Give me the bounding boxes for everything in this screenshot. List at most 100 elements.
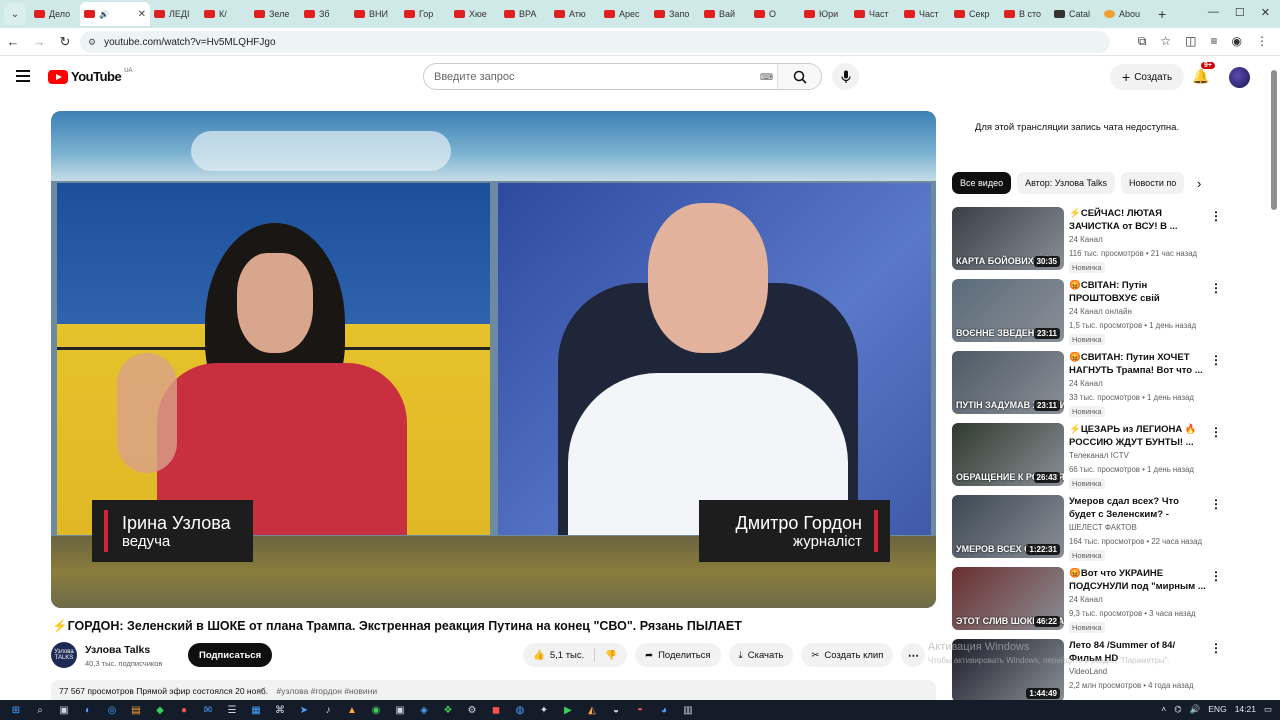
browser-tab[interactable]: 🔊 ✕ [80,2,150,26]
edge-icon[interactable]: ◐ [76,705,100,716]
recommended-video[interactable]: ЭТОТ СЛИВ ШОКИРОВАЛ ВСЕХ46:22😡Вот что УК… [952,567,1222,633]
browser-tab[interactable]: Атю [550,2,600,26]
app-icon[interactable]: ✉ [196,705,220,716]
browser-tab[interactable]: Секр [950,2,1000,26]
recommended-video[interactable]: ОБРАЩЕНИЕ К РОССИЯНАМ26:43⚡ЦЕЗАРЬ из ЛЕГ… [952,423,1222,489]
recommended-channel[interactable]: 24 Канал [1069,379,1103,388]
dislike-button[interactable]: 👎 [595,643,627,667]
app-icon[interactable]: ◍ [508,705,532,716]
recommended-title[interactable]: 😡СВИТАН: Путин ХОЧЕТ НАГНУТЬ Трампа! Вот… [1069,351,1207,377]
browser-tab[interactable]: ВНИ [350,2,400,26]
search-button[interactable] [777,64,821,89]
recommended-video[interactable]: ПУТІН ЗАДУМАВ ЖАХЛИВЕ!23:11😡СВИТАН: Пути… [952,351,1222,417]
url-text[interactable]: youtube.com/watch?v=Hv5MLQHFJgo [104,37,275,48]
close-tab-icon[interactable]: ✕ [138,9,146,20]
tray-overflow-icon[interactable]: ˄ [1161,704,1166,715]
recommended-title[interactable]: 😡СВІТАН: Путін ПРОШТОВХУЄ свій сценарій!… [1069,279,1207,305]
minimize-icon[interactable]: — [1208,6,1219,19]
reload-icon[interactable]: ↻ [52,34,78,50]
app-icon[interactable]: ◉ [364,705,388,716]
network-icon[interactable]: ⌬ [1174,704,1181,715]
bookmark-star-icon[interactable]: ☆ [1160,34,1171,49]
video-thumbnail[interactable]: ОБРАЩЕНИЕ К РОССИЯНАМ26:43 [952,423,1064,486]
recommended-channel[interactable]: VideoLand [1069,667,1107,676]
clock[interactable]: 14:21 [1235,704,1256,715]
video-player[interactable]: Ірина Узлова ведуча Дмитро Гордон журнал… [51,111,936,608]
more-options-icon[interactable]: ⋮ [1210,497,1222,511]
browser-tab[interactable]: К/ [200,2,250,26]
app-icon[interactable]: ● [172,705,196,716]
audio-playing-icon[interactable]: 🔊 [99,10,109,19]
browser-tab[interactable]: ВРА [500,2,550,26]
recommended-channel[interactable]: 24 Канал [1069,235,1103,244]
recommended-video[interactable]: ВОЄННЕ ЗВЕДЕННЯ 23:11 😡СВІТАН: Путін ПРОШТ… [952,279,1222,345]
youtube-logo[interactable]: YouTube UA [48,68,133,84]
tab-search-icon[interactable]: ⌄ [4,3,26,25]
app-icon[interactable]: ▶ [556,705,580,716]
recommended-video[interactable]: КАРТА БОЙОВИХ ДІЙ 30:35 ⚡СЕЙЧАС! ЛЮТАЯ ЗАЧ… [952,207,1222,273]
browser-tab[interactable]: Зеле [250,2,300,26]
page-scrollbar[interactable] [1271,70,1277,210]
notifications-button[interactable]: 🔔 9+ [1192,62,1215,85]
recommended-channel[interactable]: Телеканал ICTV [1069,451,1129,460]
notifications-tray-icon[interactable]: ▭ [1264,704,1272,715]
account-avatar[interactable] [1229,67,1250,88]
browser-tab[interactable]: Запо [650,2,700,26]
browser-tab[interactable]: Дело [30,2,80,26]
browser-tab[interactable]: Гор [400,2,450,26]
app-icon[interactable]: ▥ [676,705,700,716]
extensions-icon[interactable]: ◫ [1185,34,1196,49]
app-icon[interactable]: ⌘ [268,705,292,716]
app-icon[interactable]: ➤ [292,705,316,716]
task-view-icon[interactable]: ▣ [52,705,76,716]
chevron-right-icon[interactable]: › [1197,176,1201,191]
like-button[interactable]: 👍 5,1 тыс. [523,643,594,667]
browser-tab[interactable]: Част [900,2,950,26]
app-icon[interactable]: ◈ [412,705,436,716]
recommended-title[interactable]: ⚡СЕЙЧАС! ЛЮТАЯ ЗАЧИСТКА от ВСУ! В ... [1069,207,1207,233]
volume-icon[interactable]: 🔊 [1190,704,1201,715]
more-options-icon[interactable]: ⋮ [1210,425,1222,439]
browser-tab[interactable]: Арес [600,2,650,26]
search-taskbar-icon[interactable]: ⌕ [28,705,52,716]
app-icon[interactable]: ✦ [532,705,556,716]
app-icon[interactable]: ♪ [316,705,340,716]
maximize-icon[interactable]: ☐ [1235,6,1245,19]
search-input[interactable] [424,70,744,83]
recommended-title[interactable]: ⚡ЦЕЗАРЬ из ЛЕГИОНА 🔥 РОССИЮ ЖДУТ БУНТЫ! … [1069,423,1207,449]
browser-tab[interactable]: Част [850,2,900,26]
browser-tab[interactable]: О [750,2,800,26]
browser-tab[interactable]: Юри [800,2,850,26]
address-bar[interactable]: ⚙ youtube.com/watch?v=Hv5MLQHFJgo [80,31,1110,53]
close-window-icon[interactable]: ✕ [1261,6,1270,19]
app-icon[interactable]: ▣ [388,705,412,716]
more-options-icon[interactable]: ⋮ [1210,209,1222,223]
more-options-icon[interactable]: ⋮ [1210,281,1222,295]
forward-icon[interactable]: → [26,34,52,49]
keyboard-icon[interactable]: ⌨ [760,72,773,83]
voice-search-button[interactable] [832,63,859,90]
app-icon[interactable]: ◭ [580,705,604,716]
profile-icon[interactable]: ◉ [1232,34,1242,49]
app-icon[interactable]: ◓ [628,705,652,716]
reading-list-icon[interactable]: ≡ [1211,34,1218,49]
video-thumbnail[interactable]: ПУТІН ЗАДУМАВ ЖАХЛИВЕ!23:11 [952,351,1064,414]
guide-menu-icon[interactable] [16,70,30,82]
video-thumbnail[interactable]: УМЕРОВ ВСЕХ СДАЛ 1:22:31 [952,495,1064,558]
app-icon[interactable]: ◒ [604,705,628,716]
recommended-video[interactable]: УМЕРОВ ВСЕХ СДАЛ 1:22:31 Умеров сдал всех?… [952,495,1222,561]
create-button[interactable]: + Создать [1110,64,1185,90]
browser-tab[interactable]: Хюе [450,2,500,26]
browser-menu-icon[interactable]: ⋮ [1256,34,1268,49]
install-icon[interactable]: ⧉ [1138,34,1147,49]
site-info-icon[interactable]: ⚙ [88,37,96,48]
download-button[interactable]: ⤓ Скачать [728,643,794,667]
language-indicator[interactable]: ENG [1208,704,1226,715]
channel-avatar[interactable]: Узлова TALKS [51,642,77,668]
recommended-channel[interactable]: 24 Канал онлайн [1069,307,1132,316]
video-thumbnail[interactable]: ВОЄННЕ ЗВЕДЕННЯ 23:11 [952,279,1064,342]
video-thumbnail[interactable]: ЭТОТ СЛИВ ШОКИРОВАЛ ВСЕХ46:22 [952,567,1064,630]
app-icon[interactable]: ☰ [220,705,244,716]
clip-button[interactable]: ✂ Создать клип [801,643,894,667]
browser-tab[interactable]: В сто [1000,2,1050,26]
